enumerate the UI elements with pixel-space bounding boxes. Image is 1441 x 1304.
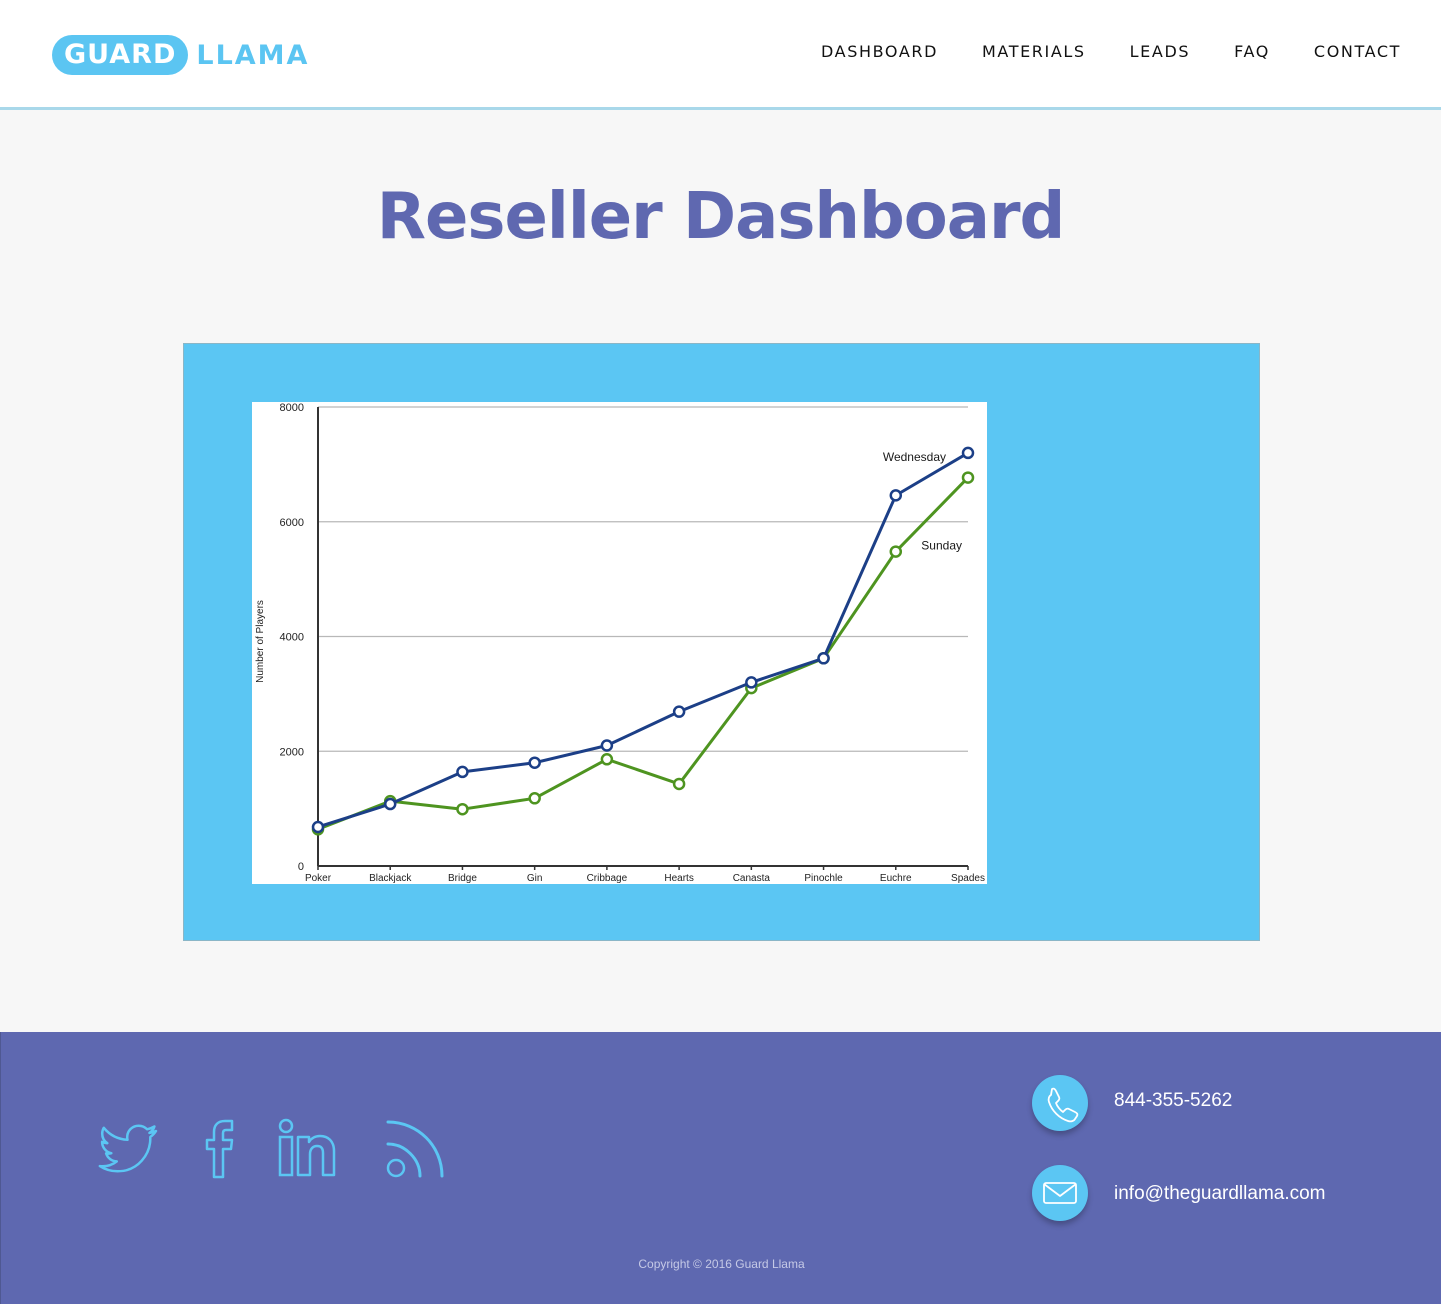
x-tick-label: Euchre <box>880 873 912 884</box>
phone-icon <box>1047 1087 1079 1123</box>
data-point-sunday <box>672 777 686 791</box>
data-point-wednesday <box>889 489 903 502</box>
x-tick-label: Spades <box>951 873 985 884</box>
logo-guard-text: GUARD <box>52 35 189 75</box>
nav-materials[interactable]: MATERIALS <box>982 42 1086 61</box>
x-tick-label: Bridge <box>448 873 477 884</box>
x-tick-label: Gin <box>527 873 543 884</box>
nav-faq[interactable]: FAQ <box>1234 42 1270 61</box>
data-point-wednesday <box>817 652 830 665</box>
copyright-text: Copyright © 2016 Guard Llama <box>638 1257 805 1271</box>
email-icon-circle[interactable] <box>1032 1165 1088 1221</box>
rss-link[interactable] <box>383 1117 447 1186</box>
x-tick-label: Canasta <box>733 873 771 884</box>
nav-leads[interactable]: LEADS <box>1130 42 1190 61</box>
email-icon <box>1043 1182 1077 1204</box>
y-tick-label: 6000 <box>280 517 304 529</box>
site-header: GUARD LLAMA DASHBOARD MATERIALS LEADS FA… <box>0 0 1441 110</box>
y-tick-label: 0 <box>298 861 304 873</box>
data-point-wednesday <box>456 765 469 779</box>
phone-number[interactable]: 844-355-5262 <box>1114 1090 1232 1112</box>
data-point-wednesday <box>745 676 758 689</box>
y-tick-label: 2000 <box>280 746 304 758</box>
data-point-wednesday <box>383 797 397 811</box>
data-point-sunday <box>889 545 903 558</box>
twitter-icon <box>98 1124 158 1173</box>
facebook-link[interactable] <box>199 1117 239 1184</box>
x-tick-label: Hearts <box>664 873 693 884</box>
nav-dashboard[interactable]: DASHBOARD <box>821 42 938 61</box>
twitter-link[interactable] <box>98 1117 160 1184</box>
data-point-wednesday <box>961 446 975 460</box>
series-label-wednesday: Wednesday <box>883 450 946 464</box>
series-line-sunday <box>317 476 970 831</box>
chart-panel: 0 2000 4000 6000 8000 Poker Blackjack Bridge Gin… <box>183 343 1260 941</box>
logo-llama-text: LLAMA <box>196 39 310 71</box>
x-tick-label: Blackjack <box>369 873 412 884</box>
data-point-wednesday <box>672 705 686 718</box>
phone-icon-circle[interactable] <box>1032 1075 1088 1131</box>
y-tick-label: 8000 <box>280 402 304 414</box>
data-point-sunday <box>961 471 975 484</box>
data-point-wednesday <box>600 739 614 752</box>
linkedin-link[interactable] <box>276 1117 340 1184</box>
chart-card: 0 2000 4000 6000 8000 Poker Blackjack Bridge Gin… <box>252 402 987 884</box>
guard-llama-logo[interactable]: GUARD LLAMA <box>52 35 309 75</box>
facebook-icon <box>205 1119 234 1179</box>
nav-contact[interactable]: CONTACT <box>1314 42 1401 61</box>
main-nav: DASHBOARD MATERIALS LEADS FAQ CONTACT <box>777 42 1401 61</box>
linkedin-icon <box>278 1118 336 1177</box>
x-tick-label: Cribbage <box>587 873 628 884</box>
x-tick-label: Pinochle <box>804 873 843 884</box>
y-tick-label: 4000 <box>280 632 304 644</box>
players-line-chart: 0 2000 4000 6000 8000 Poker Blackjack Bridge Gin… <box>255 402 985 884</box>
page-title: Reseller Dashboard <box>376 180 1066 254</box>
data-point-sunday <box>456 802 469 816</box>
data-point-sunday <box>600 753 614 766</box>
data-point-sunday <box>528 792 541 805</box>
email-address[interactable]: info@theguardllama.com <box>1114 1183 1326 1205</box>
data-point-wednesday <box>528 756 541 769</box>
x-tick-label: Poker <box>305 873 332 884</box>
series-label-sunday: Sunday <box>921 539 962 553</box>
data-point-wednesday <box>311 820 325 834</box>
rss-icon <box>386 1120 444 1178</box>
site-footer: 844-355-5262 info@theguardllama.com Copy… <box>0 1032 1441 1304</box>
y-axis-label: Number of Players <box>255 600 266 683</box>
